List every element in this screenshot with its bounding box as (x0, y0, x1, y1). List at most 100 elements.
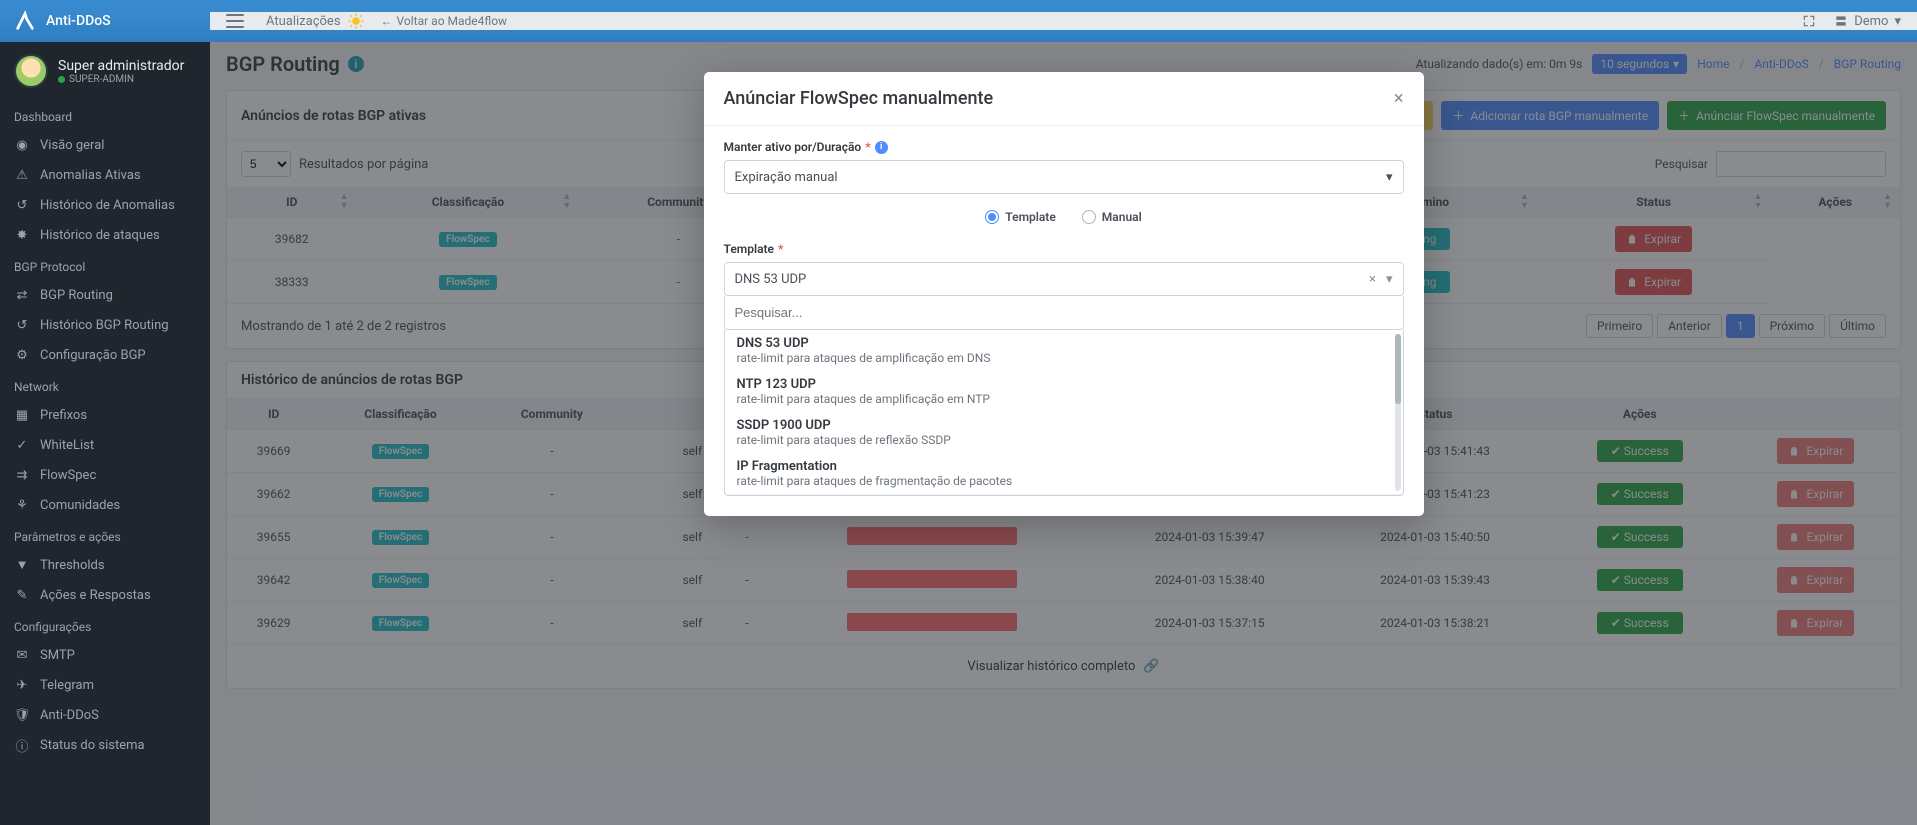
sidebar-item[interactable]: ▦ Prefixos (0, 400, 210, 430)
user-name: Super administrador (58, 58, 184, 74)
required-icon: * (865, 140, 870, 154)
radio-manual[interactable]: Manual (1082, 210, 1142, 224)
status-dot-icon (58, 76, 65, 83)
topbar: Anti-DDoS Atualizações ← Voltar ao Made4… (0, 0, 1917, 42)
template-label: Template * (724, 242, 1404, 256)
sidebar-item[interactable]: ✈ Telegram (0, 670, 210, 700)
nav-icon: ⇄ (14, 287, 30, 303)
sidebar: Super administrador SUPER-ADMIN Dashboar… (0, 42, 210, 825)
nav-icon: 🛡 (14, 707, 30, 723)
menu-toggle-icon[interactable] (226, 14, 244, 28)
sidebar-item-label: FlowSpec (40, 468, 96, 483)
nav-icon: ▼ (14, 557, 30, 573)
sidebar-item-label: WhiteList (40, 438, 94, 453)
clear-icon[interactable]: × (1369, 272, 1376, 287)
sidebar-item[interactable]: ⚠ Anomalias Ativas (0, 160, 210, 190)
sidebar-item[interactable]: ▼ Thresholds (0, 550, 210, 580)
nav-icon: ✈ (14, 677, 30, 693)
back-link[interactable]: ← Voltar ao Made4flow (381, 14, 508, 28)
nav-icon: ↺ (14, 197, 30, 213)
user-block: Super administrador SUPER-ADMIN (0, 42, 210, 100)
sidebar-item-label: Thresholds (40, 558, 105, 573)
nav-icon: ▦ (14, 407, 30, 423)
logo-icon (14, 10, 36, 32)
modal-title: Anúnciar FlowSpec manualmente (724, 88, 994, 109)
radio-checked-icon (985, 210, 999, 224)
fullscreen-icon[interactable] (1802, 14, 1816, 28)
dropdown-option[interactable]: DNS 53 UDPrate-limit para ataques de amp… (725, 330, 1403, 371)
flowspec-modal: Anúnciar FlowSpec manualmente × Manter a… (704, 72, 1424, 516)
chevron-down-icon: ▾ (1386, 170, 1393, 185)
nav-icon: ◉ (14, 137, 30, 153)
dropdown-option[interactable]: NTP 123 UDPrate-limit para ataques de am… (725, 371, 1403, 412)
topbar-brand: Anti-DDoS (0, 10, 210, 32)
required-icon: * (778, 242, 783, 256)
dropdown-option[interactable]: IP Fragmentationrate-limit para ataques … (725, 453, 1403, 495)
template-search-input[interactable] (724, 296, 1404, 330)
content: BGP Routing i Atualizando dado(s) em: 0m… (210, 42, 1917, 825)
sun-icon (347, 12, 365, 30)
sidebar-section: BGP Protocol (0, 250, 210, 280)
back-label: Voltar ao Made4flow (397, 14, 508, 28)
arrow-left-icon: ← (381, 14, 393, 28)
sidebar-item[interactable]: ↺ Histórico de Anomalias (0, 190, 210, 220)
nav-icon: ↺ (14, 317, 30, 333)
sidebar-item[interactable]: ⚘ Comunidades (0, 490, 210, 520)
radio-template[interactable]: Template (985, 210, 1056, 224)
dropdown-option[interactable]: SSDP 1900 UDPrate-limit para ataques de … (725, 412, 1403, 453)
sidebar-item-label: Anti-DDoS (40, 708, 99, 723)
keep-active-label: Manter ativo por/Duração * i (724, 140, 1404, 154)
sidebar-item[interactable]: ⇉ FlowSpec (0, 460, 210, 490)
nav-icon: ⚘ (14, 497, 30, 513)
chevron-down-icon: ▾ (1894, 14, 1901, 29)
sidebar-section: Configurações (0, 610, 210, 640)
duration-select[interactable]: Expiração manual ▾ (724, 160, 1404, 194)
sidebar-section: Parâmetros e ações (0, 520, 210, 550)
sidebar-item-label: Status do sistema (40, 738, 145, 753)
nav-icon: ⇉ (14, 467, 30, 483)
template-select[interactable]: DNS 53 UDP × ▾ (724, 262, 1404, 296)
sidebar-item-label: Ações e Respostas (40, 588, 151, 603)
nav-icon: ⓘ (14, 737, 30, 753)
sidebar-item-label: Comunidades (40, 498, 120, 513)
sidebar-item[interactable]: ⚙ Configuração BGP (0, 340, 210, 370)
close-icon[interactable]: × (1394, 88, 1404, 109)
sidebar-item-label: Histórico BGP Routing (40, 318, 169, 333)
sidebar-item[interactable]: ✉SMTP (0, 640, 210, 670)
nav-icon: ✓ (14, 437, 30, 453)
sidebar-item[interactable]: ⓘ Status do sistema (0, 730, 210, 760)
avatar (14, 54, 48, 88)
sidebar-section: Network (0, 370, 210, 400)
scrollbar[interactable] (1395, 334, 1401, 491)
sidebar-item[interactable]: ✸ Histórico de ataques (0, 220, 210, 250)
sidebar-item-label: Prefixos (40, 408, 87, 423)
sidebar-item[interactable]: ⇄BGP Routing (0, 280, 210, 310)
sidebar-item-label: Configuração BGP (40, 348, 146, 363)
radio-unchecked-icon (1082, 210, 1096, 224)
sidebar-item[interactable]: ✓ WhiteList (0, 430, 210, 460)
user-menu[interactable]: Demo ▾ (1834, 14, 1901, 29)
sidebar-item[interactable]: ✎ Ações e Respostas (0, 580, 210, 610)
chevron-down-icon[interactable]: ▾ (1386, 272, 1393, 287)
sidebar-item-label: Visão geral (40, 138, 104, 153)
updates-link[interactable]: Atualizações (266, 12, 365, 30)
nav-icon: ⚠ (14, 167, 30, 183)
sidebar-item-label: Anomalias Ativas (40, 168, 141, 183)
nav-icon: ✎ (14, 587, 30, 603)
nav-icon: ✸ (14, 227, 30, 243)
nav-icon: ⚙ (14, 347, 30, 363)
sidebar-item[interactable]: ↺ Histórico BGP Routing (0, 310, 210, 340)
sidebar-item[interactable]: 🛡 Anti-DDoS (0, 700, 210, 730)
brand-name: Anti-DDoS (46, 13, 111, 29)
sidebar-section: Dashboard (0, 100, 210, 130)
template-dropdown: DNS 53 UDPrate-limit para ataques de amp… (724, 330, 1404, 496)
info-icon[interactable]: i (875, 141, 888, 154)
sidebar-item[interactable]: ◉ Visão geral (0, 130, 210, 160)
sidebar-item-label: Histórico de ataques (40, 228, 160, 243)
sidebar-item-label: SMTP (40, 648, 75, 663)
sidebar-item-label: Telegram (40, 678, 94, 693)
sidebar-item-label: Histórico de Anomalias (40, 198, 175, 213)
topbar-right: Atualizações ← Voltar ao Made4flow Demo … (210, 12, 1917, 30)
demo-label: Demo (1854, 14, 1888, 29)
updates-label: Atualizações (266, 14, 341, 29)
